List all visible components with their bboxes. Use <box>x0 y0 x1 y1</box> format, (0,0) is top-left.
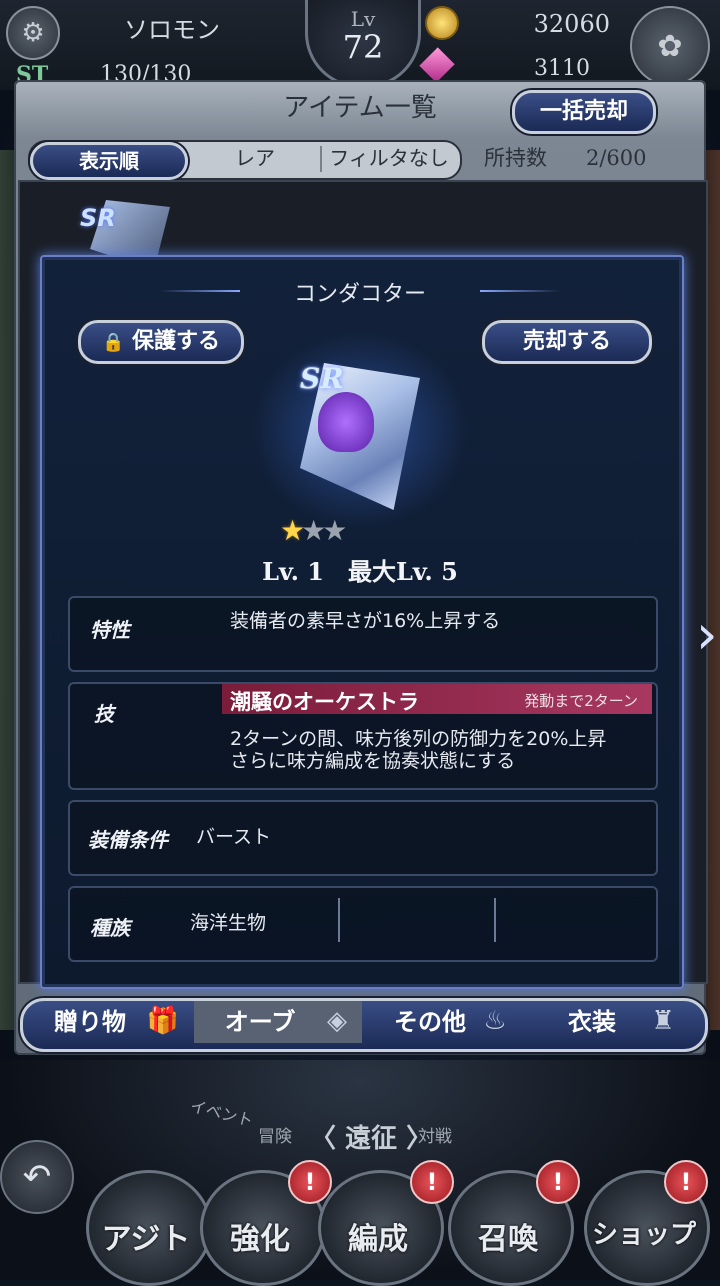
skill-name: 潮騒のオーケストラ <box>230 690 419 714</box>
formation-alert-badge: ! <box>410 1160 454 1204</box>
sell-button[interactable]: 売却する <box>482 320 652 364</box>
pouch-icon: ♨ <box>483 1006 507 1036</box>
equip-condition-value: バースト <box>196 826 272 848</box>
versus-label[interactable]: 対戦 <box>418 1122 452 1147</box>
level-text: Lv. 1 最大Lv. 5 <box>262 557 458 586</box>
summon-alert-badge: ! <box>536 1160 580 1204</box>
owned-count-label: 所持数 <box>484 146 547 170</box>
race-divider <box>338 898 340 942</box>
star-rating: ★★★ <box>280 514 347 547</box>
octopus-monster-icon <box>318 392 374 452</box>
star-filled-icon: ★ <box>280 514 305 547</box>
sort-divider <box>320 146 322 172</box>
nav-summon-label: 召喚 <box>478 1222 538 1257</box>
nav-hideout-label: アジト <box>101 1222 191 1257</box>
adventure-label[interactable]: 冒険 <box>258 1122 292 1147</box>
gift-icon: 🎁 <box>146 1006 180 1036</box>
race-label: 種族 <box>90 916 130 940</box>
gold-amount: 32060 <box>533 10 610 38</box>
enhance-alert-badge: ! <box>288 1160 332 1204</box>
trait-label: 特性 <box>90 618 130 642</box>
item-bag-icon[interactable]: ✿ <box>630 6 710 86</box>
next-item-arrow-icon[interactable]: › <box>696 590 720 680</box>
skill-description-line2: さらに味方編成を協奏状態にする <box>230 750 516 772</box>
nav-shop-label: ショップ <box>591 1220 696 1250</box>
race-box <box>68 886 658 962</box>
skill-label: 技 <box>94 702 114 726</box>
star-empty-icon: ★ <box>301 514 326 547</box>
settings-gear-icon[interactable]: ⚙ <box>6 6 60 60</box>
sort-value[interactable]: レア <box>200 142 310 174</box>
item-name: コンダコター <box>293 282 426 307</box>
lock-icon: 🔒 <box>101 332 125 353</box>
sort-order-button[interactable]: 表示順 <box>30 142 188 180</box>
bulk-sell-button[interactable]: 一括売却 <box>512 90 656 134</box>
trait-text: 装備者の素早さが16%上昇する <box>230 610 501 632</box>
back-arrow-icon[interactable]: ↶ <box>0 1140 74 1214</box>
tab-costumes[interactable]: 衣装 <box>548 1000 636 1044</box>
tab-others[interactable]: その他 <box>380 1000 480 1044</box>
protect-label: 保護する <box>132 329 221 354</box>
equip-condition-label: 装備条件 <box>88 828 168 852</box>
level-value: 72 <box>342 28 384 66</box>
star-empty-icon: ★ <box>322 514 347 547</box>
nav-enhance-label: 強化 <box>230 1222 290 1257</box>
expedition-label[interactable]: 〈 遠征 〉 <box>310 1118 432 1155</box>
protect-button[interactable]: 🔒 保護する <box>78 320 244 364</box>
rarity-label: SR <box>300 362 344 395</box>
race-value: 海洋生物 <box>190 912 267 934</box>
mannequin-icon: ♜ <box>651 1006 675 1036</box>
race-divider <box>494 898 496 942</box>
shop-alert-badge: ! <box>664 1160 708 1204</box>
skill-cooldown: 発動まで2ターン <box>524 692 638 710</box>
gold-coin-icon <box>425 6 459 40</box>
panel-title: アイテム一覧 <box>283 93 437 123</box>
player-name: ソロモン <box>124 16 220 44</box>
tab-orbs[interactable]: オーブ <box>210 1000 310 1044</box>
owned-count-value: 2/600 <box>586 146 647 170</box>
nav-formation-label: 編成 <box>348 1222 408 1257</box>
grid-rarity-label: SR <box>80 204 116 232</box>
orb-icon: ◈ <box>327 1006 347 1036</box>
tab-gifts[interactable]: 贈り物 <box>40 1000 140 1044</box>
filter-value[interactable]: フィルタなし <box>324 142 454 174</box>
